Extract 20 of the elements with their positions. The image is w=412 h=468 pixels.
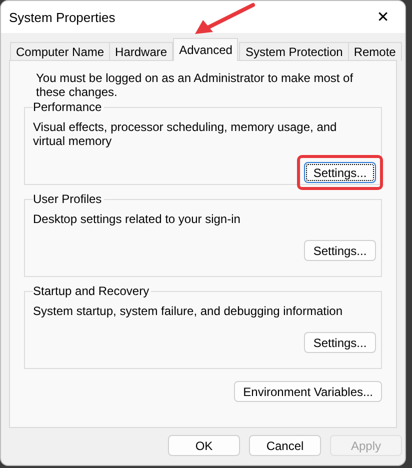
notice-text: You must be logged on as an Administrator to make most of these changes. — [36, 71, 354, 99]
tab[interactable]: System Protection — [239, 42, 349, 61]
settings-button[interactable]: Settings... — [304, 240, 376, 261]
group-description: System startup, system failure, and debugging information — [33, 304, 344, 318]
dialog-button[interactable]: Cancel — [249, 435, 321, 456]
group-title: Performance — [33, 100, 104, 114]
window-title: System Properties — [9, 10, 116, 24]
tab[interactable]: Computer Name — [10, 42, 110, 61]
group-description: Desktop settings related to your sign-in — [33, 212, 242, 226]
settings-button[interactable]: Settings... — [304, 332, 376, 353]
settings-button[interactable]: Settings... — [304, 162, 376, 183]
environment-variables-button[interactable]: Environment Variables... — [234, 381, 382, 402]
tab[interactable]: Remote — [348, 42, 402, 61]
dialog-button[interactable]: OK — [168, 435, 240, 456]
group-description: Visual effects, processor scheduling, memory usage, and virtual memory — [33, 120, 338, 148]
tab[interactable]: Hardware — [109, 42, 174, 61]
tab[interactable]: Advanced — [173, 38, 238, 61]
group-title: Startup and Recovery — [33, 284, 152, 298]
group-title: User Profiles — [33, 192, 104, 206]
close-button[interactable]: ✕ — [361, 1, 405, 33]
